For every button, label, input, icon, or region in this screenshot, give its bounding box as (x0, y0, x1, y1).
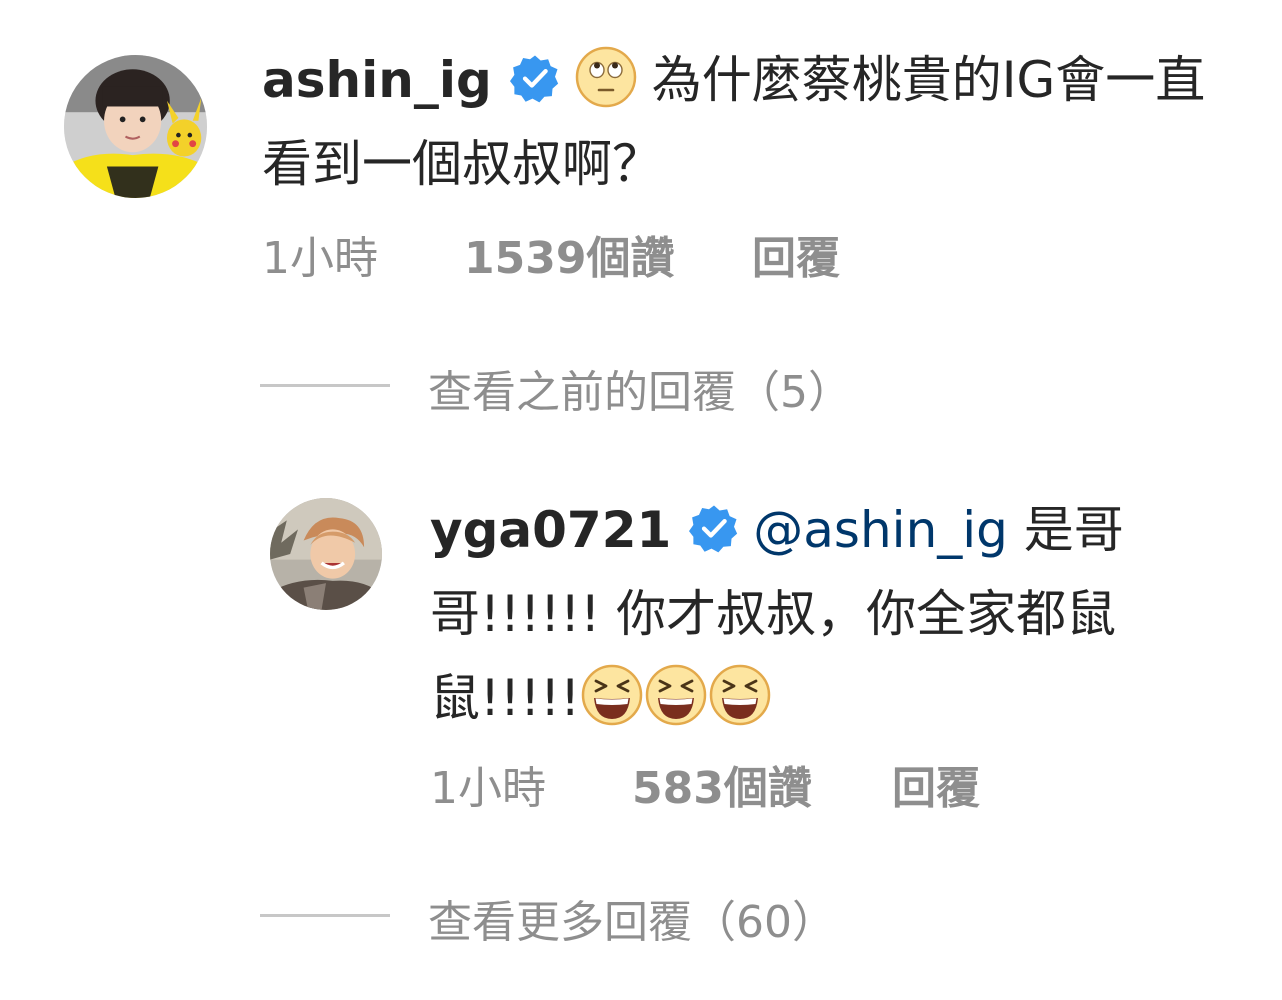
view-more-replies-label[interactable]: 查看更多回覆（60） (428, 886, 836, 950)
reply-button[interactable]: 回覆 (752, 222, 840, 286)
grinning-squinting-face-emoji (580, 663, 644, 727)
verified-badge-icon (509, 53, 560, 103)
verified-badge-icon (689, 503, 739, 553)
timestamp: 1小時 (430, 763, 546, 814)
avatar-image (270, 498, 382, 610)
username[interactable]: ashin_ig (262, 51, 492, 109)
view-more-replies[interactable]: 查看更多回覆（60） (260, 886, 1060, 948)
avatar-image (64, 55, 207, 198)
comment-text: ashin_ig 為什麼蔡桃貴的IG會一直看到一個叔叔啊？ (262, 38, 1222, 206)
view-previous-replies[interactable]: 查看之前的回覆（5） (260, 356, 1060, 418)
grinning-squinting-face-emoji (708, 663, 772, 727)
view-previous-replies-label[interactable]: 查看之前的回覆（5） (428, 356, 852, 420)
mention-link[interactable]: @ashin_ig (753, 501, 1008, 559)
avatar[interactable] (64, 55, 207, 198)
reply-button[interactable]: 回覆 (892, 752, 980, 816)
username[interactable]: yga0721 (430, 501, 671, 559)
divider-line (260, 914, 390, 917)
avatar[interactable] (270, 498, 382, 610)
comment-meta: 1小時 583個讚 回覆 (430, 752, 1130, 814)
face-with-rolling-eyes-emoji (574, 45, 638, 109)
likes-count[interactable]: 1539個讚 (464, 222, 674, 286)
timestamp: 1小時 (262, 233, 378, 284)
comment-text: yga0721 @ashin_ig 是哥哥!!!!!! 你才叔叔，你全家都鼠鼠!!… (430, 488, 1190, 740)
likes-count[interactable]: 583個讚 (632, 752, 812, 816)
comment-meta: 1小時 1539個讚 回覆 (262, 222, 962, 284)
grinning-squinting-face-emoji (644, 663, 708, 727)
comment-ashin: ashin_ig 為什麼蔡桃貴的IG會一直看到一個叔叔啊？ 1小時 1539個讚 … (0, 0, 1282, 300)
divider-line (260, 384, 390, 387)
